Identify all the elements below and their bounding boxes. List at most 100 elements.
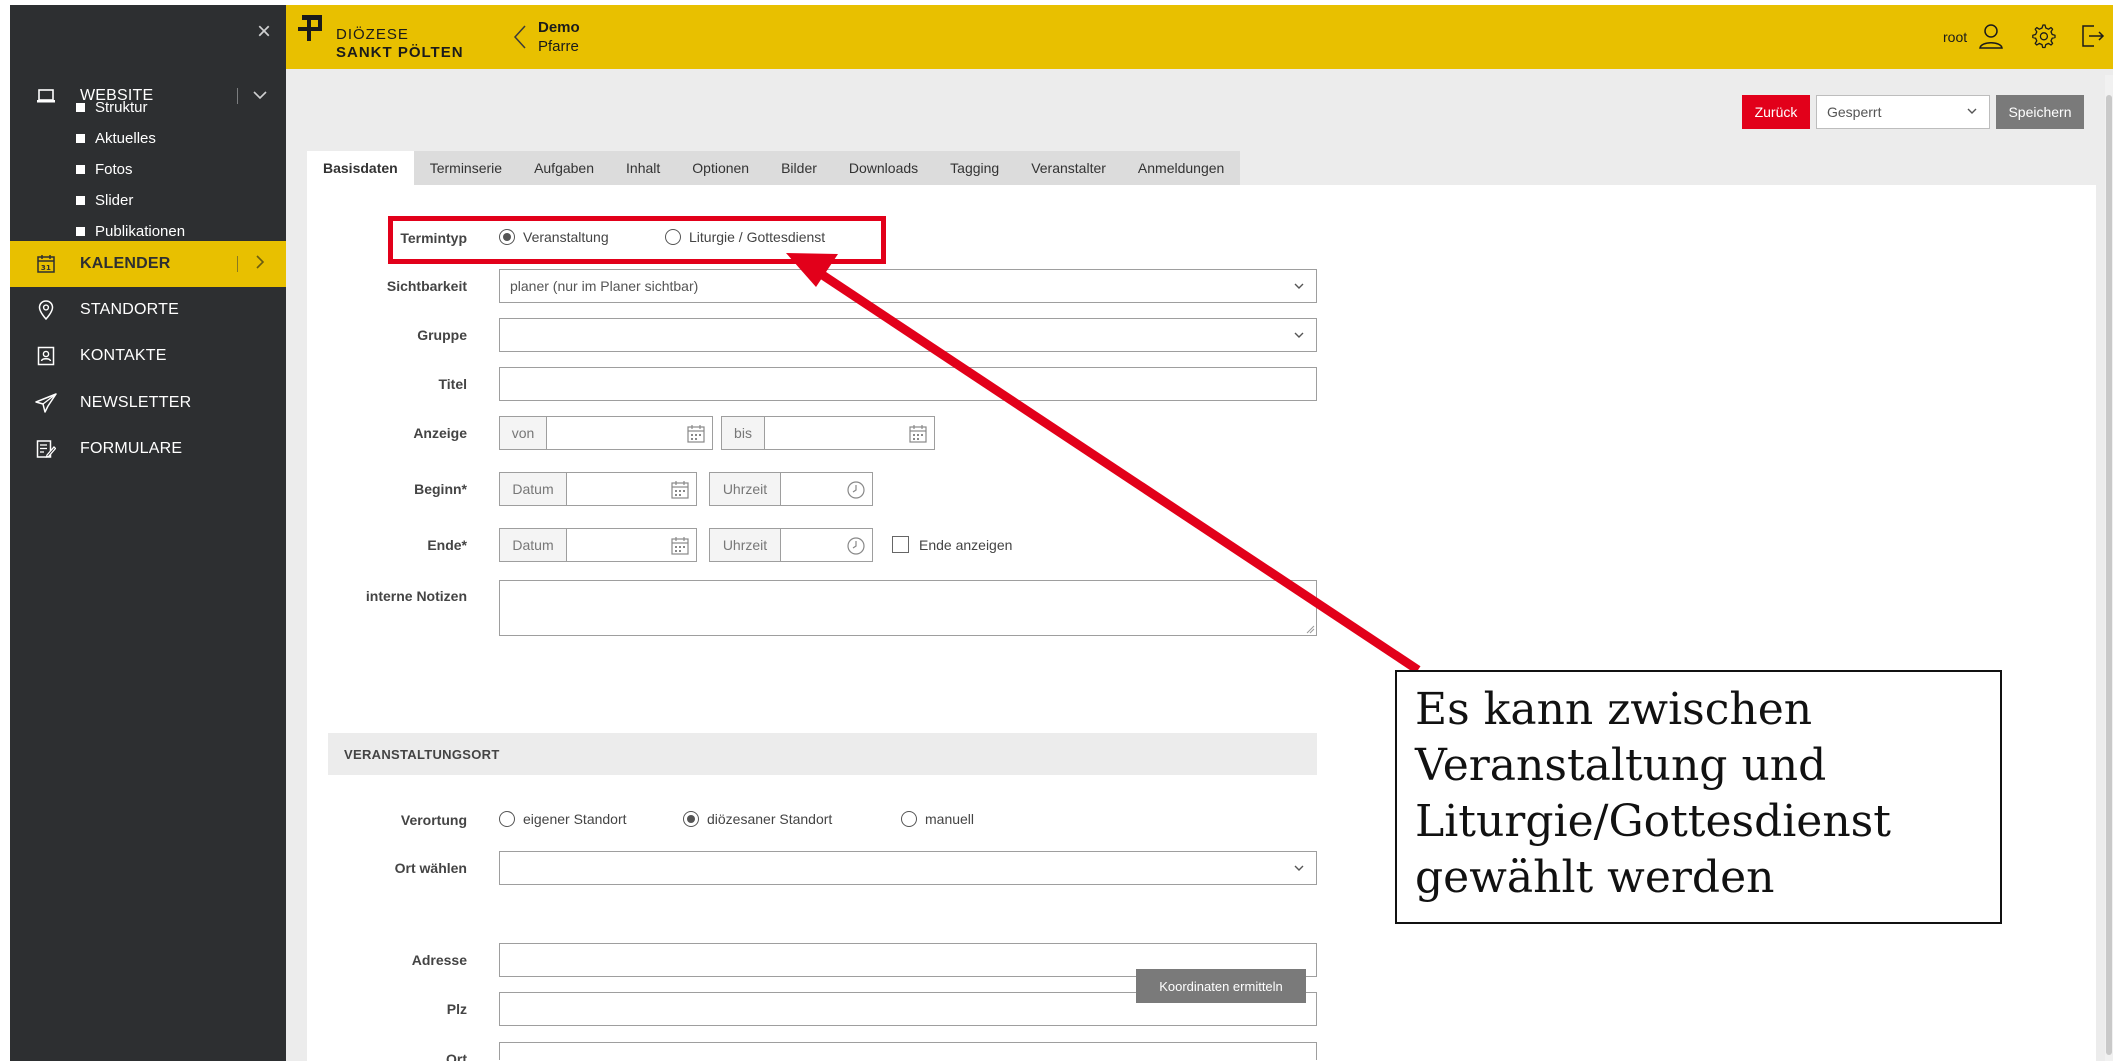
clock-icon[interactable] [846, 480, 866, 500]
sidebar-subitem-label: Fotos [95, 160, 133, 178]
ort-waehlen-select[interactable] [499, 851, 1317, 885]
radio-eigener-standort[interactable]: eigener Standort [499, 811, 627, 827]
adresse-label: Adresse [411, 952, 467, 968]
divider [237, 256, 238, 272]
sidebar-item-kalender[interactable]: 31 KALENDER [10, 241, 286, 287]
anzeige-bis-addon: bis [721, 416, 765, 450]
chevron-down-icon[interactable] [248, 87, 272, 105]
titel-input[interactable] [499, 367, 1317, 401]
calendar-icon[interactable] [670, 480, 690, 500]
ort-input[interactable] [499, 1042, 1317, 1060]
tab-tagging[interactable]: Tagging [934, 151, 1015, 185]
status-select-value: Gesperrt [1827, 104, 1882, 120]
bullet-icon [76, 102, 85, 112]
anzeige-bis-input[interactable] [765, 416, 935, 450]
tab-bar: Basisdaten Terminserie Aufgaben Inhalt O… [307, 151, 1241, 185]
notizen-textarea[interactable] [499, 580, 1317, 636]
tab-basisdaten[interactable]: Basisdaten [307, 151, 414, 185]
sidebar-item-formulare[interactable]: FORMULARE [10, 426, 286, 472]
radio-checked-icon [683, 811, 699, 827]
bullet-icon [76, 195, 85, 205]
logo-line-1: DIÖZESE [336, 26, 409, 43]
tab-downloads[interactable]: Downloads [833, 151, 934, 185]
chevron-down-icon [1294, 328, 1304, 342]
sidebar-item-website[interactable]: WEBSITE [10, 73, 286, 119]
user-icon[interactable] [1978, 22, 2004, 50]
anzeige-von-input[interactable] [547, 416, 713, 450]
sidebar-item-kontakte[interactable]: KONTAKTE [10, 333, 286, 379]
ende-anzeigen-label: Ende anzeigen [919, 536, 1013, 553]
bullet-icon [76, 226, 85, 236]
resize-handle-icon[interactable] [1305, 624, 1315, 634]
chevron-down-icon [1294, 279, 1304, 293]
ende-anzeigen-checkbox[interactable]: Ende anzeigen [892, 536, 1012, 553]
chevron-down-icon [1294, 861, 1304, 875]
annotation-callout: Es kann zwischen Veranstaltung und Litur… [1395, 670, 2002, 924]
location-pin-icon [34, 298, 58, 322]
annotation-line: Liturgie/Gottesdienst [1415, 796, 1891, 847]
ort-label: Ort [446, 1051, 467, 1061]
tab-anmeldungen[interactable]: Anmeldungen [1122, 151, 1240, 185]
gruppe-select[interactable] [499, 318, 1317, 352]
sichtbarkeit-select[interactable]: planer (nur im Planer sichtbar) [499, 269, 1317, 303]
status-select[interactable]: Gesperrt [1816, 95, 1990, 129]
radio-manuell[interactable]: manuell [901, 811, 974, 827]
beginn-label: Beginn* [414, 481, 467, 497]
tab-inhalt[interactable]: Inhalt [610, 151, 676, 185]
close-icon[interactable]: × [253, 20, 275, 44]
radio-label: eigener Standort [523, 811, 627, 827]
contact-card-icon [34, 344, 58, 368]
sidebar-subitem-label: Publikationen [95, 222, 186, 240]
beginn-uhrzeit-input[interactable] [781, 472, 873, 506]
sidebar-item-standorte[interactable]: STANDORTE [10, 287, 286, 333]
plz-label: Plz [446, 1001, 467, 1017]
clock-icon[interactable] [846, 536, 866, 556]
ende-datum-input[interactable] [567, 528, 697, 562]
ende-uhrzeit-addon: Uhrzeit [709, 528, 781, 562]
calendar-icon[interactable] [686, 424, 706, 444]
divider [237, 88, 238, 104]
laptop-icon [34, 84, 58, 108]
radio-label: manuell [925, 811, 975, 827]
ende-label: Ende* [427, 537, 467, 553]
ort-waehlen-label: Ort wählen [394, 860, 467, 876]
scrollbar[interactable] [2105, 75, 2113, 1061]
tab-aufgaben[interactable]: Aufgaben [518, 151, 610, 185]
calendar-icon[interactable] [908, 424, 928, 444]
chevron-left-icon[interactable] [512, 23, 528, 56]
beginn-uhrzeit-addon: Uhrzeit [709, 472, 781, 506]
beginn-datum-input[interactable] [567, 472, 697, 506]
back-button[interactable]: Zurück [1742, 95, 1810, 129]
sidebar-item-label: STANDORTE [80, 301, 179, 318]
checkbox-icon [892, 536, 909, 553]
titel-label: Titel [438, 376, 467, 392]
sidebar-item-newsletter[interactable]: NEWSLETTER [10, 380, 286, 426]
save-button[interactable]: Speichern [1996, 95, 2084, 129]
logo-line-2: SANKT PÖLTEN [336, 44, 464, 61]
logout-icon[interactable] [2080, 23, 2106, 49]
ende-uhrzeit-input[interactable] [781, 528, 873, 562]
highlight-box [388, 216, 886, 264]
annotation-line: gewählt werden [1415, 852, 1775, 903]
sidebar: × WEBSITE Struktur Aktuelles Fotos Slide… [10, 5, 286, 1061]
bullet-icon [76, 133, 85, 143]
sidebar-item-label: FORMULARE [80, 440, 183, 457]
radio-dioezesaner-standort[interactable]: diözesaner Standort [683, 811, 832, 827]
tab-veranstalter[interactable]: Veranstalter [1015, 151, 1122, 185]
ende-datum-addon: Datum [499, 528, 567, 562]
site-name[interactable]: Demo [538, 19, 580, 36]
beginn-datum-addon: Datum [499, 472, 567, 506]
tab-optionen[interactable]: Optionen [676, 151, 765, 185]
tab-bilder[interactable]: Bilder [765, 151, 833, 185]
radio-unchecked-icon [499, 811, 515, 827]
chevron-right-icon[interactable] [248, 254, 272, 274]
calendar-icon[interactable] [670, 536, 690, 556]
scrollbar-thumb[interactable] [2106, 95, 2112, 1055]
gear-icon[interactable] [2030, 23, 2056, 49]
verortung-label: Verortung [400, 812, 467, 828]
sidebar-item-label: KALENDER [80, 255, 171, 272]
anzeige-label: Anzeige [413, 425, 467, 441]
tab-terminserie[interactable]: Terminserie [414, 151, 518, 185]
koordinaten-button[interactable]: Koordinaten ermitteln [1136, 969, 1306, 1003]
anzeige-von-addon: von [499, 416, 547, 450]
